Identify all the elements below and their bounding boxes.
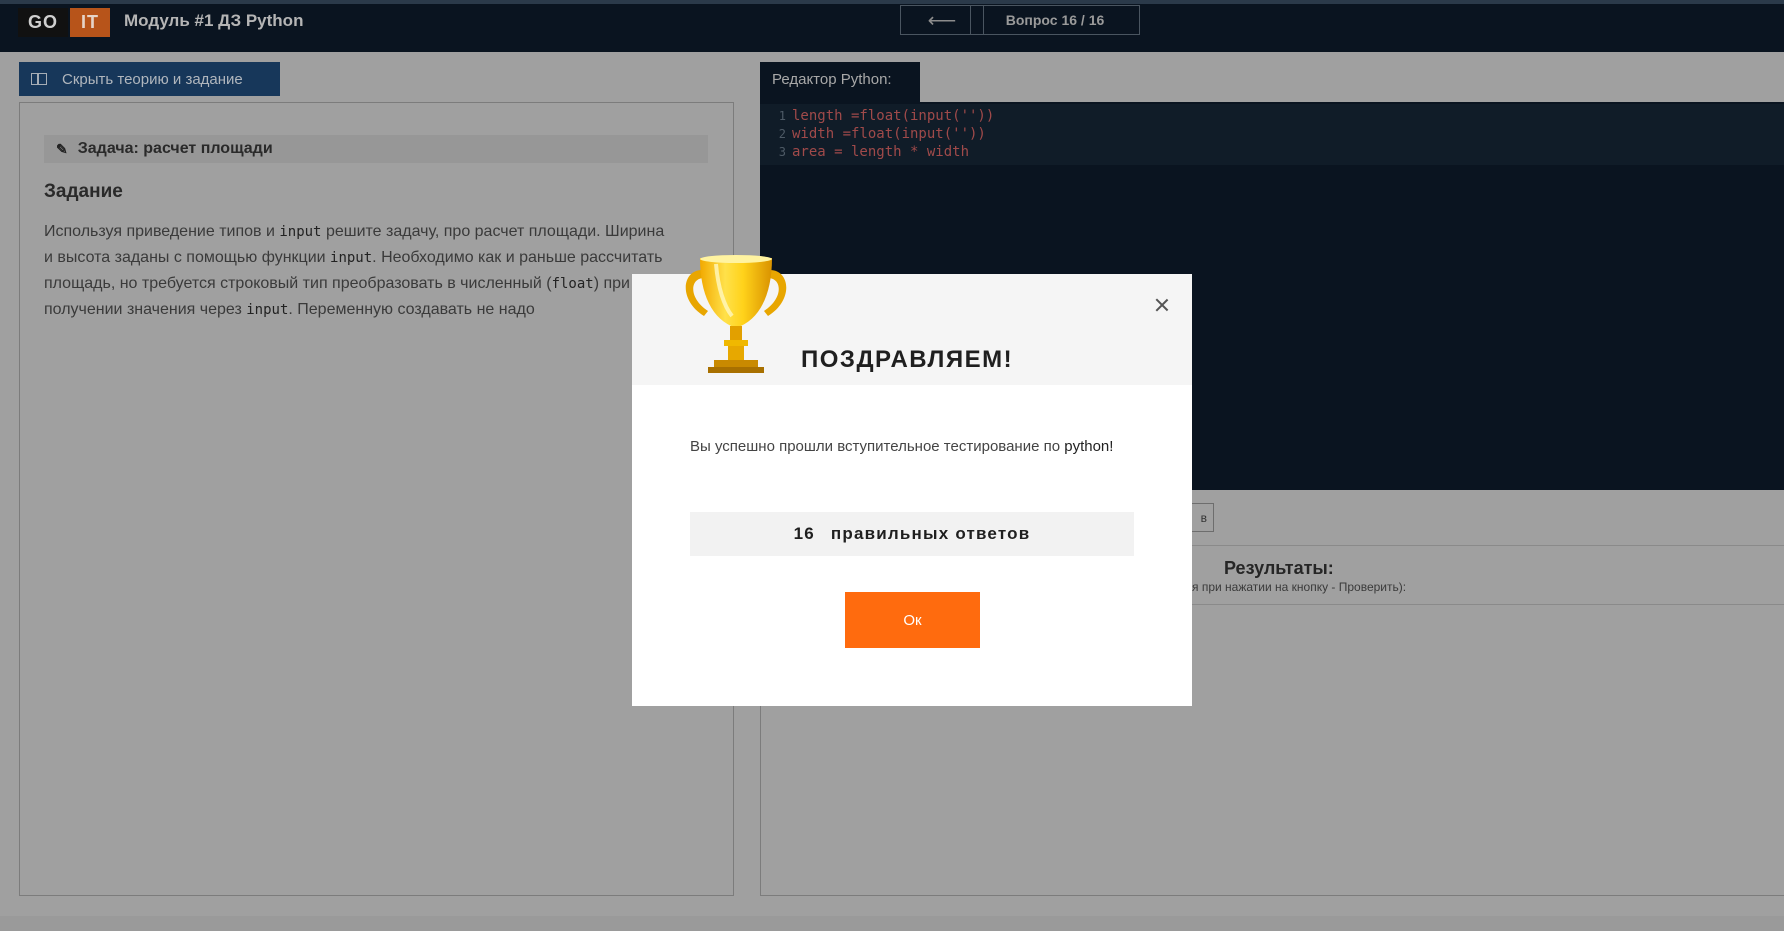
code-input: input (279, 224, 322, 240)
line-number: 1 (778, 109, 786, 123)
score-box: 16 правильных ответов (690, 512, 1134, 556)
module-title: Модуль #1 ДЗ Python (124, 11, 304, 30)
results-hint: ся при нажатии на кнопку - Проверить): (1186, 580, 1407, 594)
modal-header: ПОЗДРАВЛЯЕМ! (632, 255, 1192, 385)
panel-toggle-icon (31, 73, 47, 85)
page: GO IT Модуль #1 ДЗ Python ⟵ Вопрос 16 / … (0, 0, 1784, 931)
score-label: правильных ответов (830, 524, 1031, 543)
trophy-icon (685, 255, 787, 373)
code-input: input (330, 250, 373, 266)
modal-message: Вы успешно прошли вступительное тестиров… (690, 434, 1130, 460)
task-text-part: Используя приведение типов и (44, 223, 280, 240)
line-number: 2 (778, 127, 786, 141)
task-heading-label: Задача: расчет площади (77, 140, 273, 157)
code-text[interactable]: width =float(input('')) (792, 125, 986, 143)
logo-it: IT (70, 8, 110, 37)
task-text-part: . Переменную создавать не надо (288, 301, 535, 318)
modal-message-bold: python! (1064, 438, 1114, 455)
theory-panel: ✎ Задача: расчет площади Задание Использ… (19, 102, 734, 896)
code-text[interactable]: length =float(input('')) (792, 107, 994, 125)
results-title: Результаты: (1224, 558, 1334, 578)
logo-go: GO (18, 8, 68, 37)
line-number: 3 (778, 145, 786, 159)
editor-tab: Редактор Python: (760, 62, 920, 102)
code-input: input (246, 302, 289, 318)
ok-button[interactable]: Ок (845, 592, 980, 648)
close-icon[interactable] (1153, 296, 1171, 314)
section-title: Задание (44, 181, 123, 202)
bottom-strip (0, 916, 1784, 931)
code-text[interactable]: area = length * width (792, 143, 969, 161)
question-counter: Вопрос 16 / 16 (970, 5, 1140, 35)
editor-lines[interactable]: 1 length =float(input('')) 2 width =floa… (760, 104, 1784, 165)
top-bar: GO IT Модуль #1 ДЗ Python ⟵ Вопрос 16 / … (0, 0, 1784, 52)
congrats-modal: ПОЗДРАВЛЯЕМ! Вы успешно прошли вступител… (632, 255, 1192, 706)
code-line[interactable]: 2 width =float(input('')) (760, 125, 1784, 143)
modal-title: ПОЗДРАВЛЯЕМ! (801, 346, 1014, 373)
code-line[interactable]: 3 area = length * width (760, 143, 1784, 161)
task-description: Используя приведение типов и input решит… (44, 219, 674, 323)
hide-theory-label: Скрыть теорию и задание (62, 70, 243, 88)
code-float: float (551, 276, 594, 292)
code-line[interactable]: 1 length =float(input('')) (760, 107, 1784, 125)
modal-message-text: Вы успешно прошли вступительное тестиров… (690, 438, 1065, 455)
hide-theory-button[interactable]: Скрыть теорию и задание (19, 62, 280, 96)
pencil-icon: ✎ (56, 140, 68, 157)
score-number: 16 (793, 524, 815, 543)
task-heading: ✎ Задача: расчет площади (44, 135, 708, 163)
